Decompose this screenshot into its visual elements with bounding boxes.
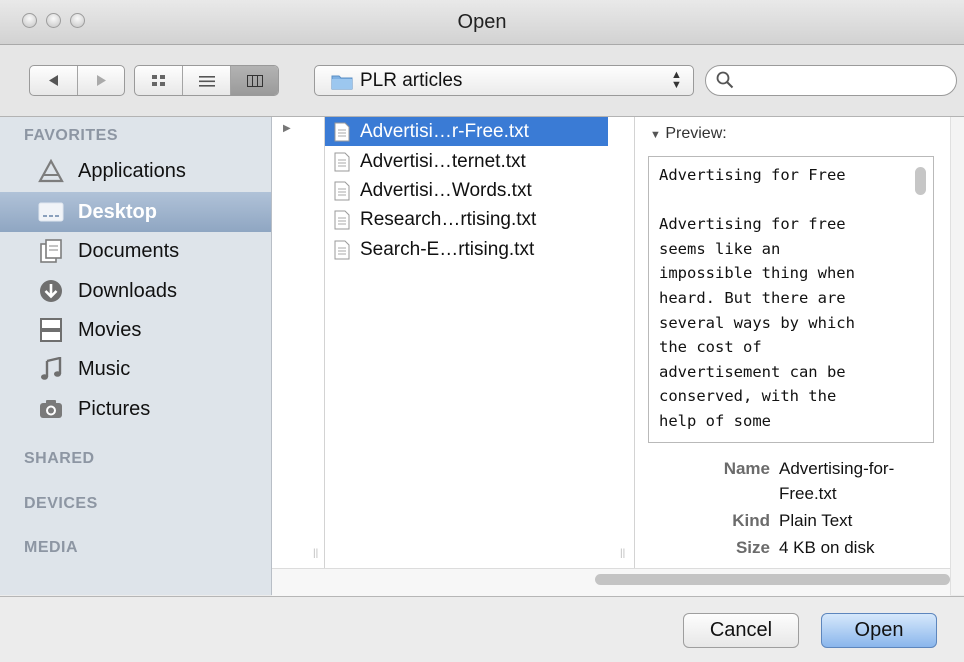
sidebar-item-downloads[interactable]: Downloads	[0, 271, 271, 311]
sidebar-item-label: Movies	[78, 318, 142, 341]
text-file-icon	[334, 240, 350, 259]
bottom-bar	[0, 596, 964, 662]
sidebar-item-pictures[interactable]: Pictures	[0, 389, 271, 429]
icon-view-icon	[151, 74, 165, 86]
file-row[interactable]: Research…rtising.txt	[325, 205, 608, 234]
back-button[interactable]	[30, 66, 77, 95]
file-row[interactable]: Advertisi…ternet.txt	[325, 147, 608, 176]
size-key: Size	[735, 538, 770, 557]
file-row[interactable]: Advertisi…r-Free.txt	[325, 117, 608, 146]
shared-header[interactable]: SHARED	[24, 450, 95, 468]
sidebar-item-label: Desktop	[78, 200, 157, 223]
updown-chevron-icon: ▲ ▼	[671, 69, 682, 91]
kind-key: Kind	[732, 511, 770, 530]
sidebar-item-label: Pictures	[78, 397, 151, 420]
file-name: Advertisi…r-Free.txt	[360, 120, 529, 142]
icon-view-button[interactable]	[135, 66, 182, 95]
back-arrow-icon	[49, 75, 58, 86]
file-name: Search-E…rtising.txt	[360, 238, 535, 260]
sidebar-item-music[interactable]: Music	[0, 349, 271, 389]
favorites-header: FAVORITES	[24, 127, 118, 144]
search-field[interactable]	[705, 65, 957, 96]
cancel-button[interactable]: Cancel	[683, 613, 799, 648]
parent-column	[272, 117, 325, 595]
kind-value: Plain Text	[779, 511, 853, 530]
preview-scroll-thumb[interactable]	[915, 167, 926, 195]
forward-button[interactable]	[78, 66, 124, 95]
list-view-button[interactable]	[183, 66, 230, 95]
file-name: Advertisi…ternet.txt	[360, 150, 526, 172]
open-button[interactable]: Open	[821, 613, 937, 648]
preview-text-box[interactable]: Advertising for Free Advertising for fre…	[648, 156, 934, 443]
size-value: 4 KB on disk	[779, 538, 875, 557]
file-row[interactable]: Search-E…rtising.txt	[325, 235, 608, 264]
column-view-icon	[246, 74, 263, 87]
sidebar-item-applications[interactable]: Applications	[0, 151, 271, 191]
horizontal-scroll-thumb[interactable]	[595, 574, 950, 585]
file-row[interactable]: Advertisi…Words.txt	[325, 176, 608, 205]
disclosure-triangle-icon: ▼	[650, 129, 661, 141]
sidebar-item-label: Music	[78, 357, 131, 380]
sidebar-item-documents[interactable]: Documents	[0, 231, 271, 271]
desktop-icon	[38, 199, 64, 225]
window-title: Open	[457, 11, 507, 33]
name-value-line1: Advertising-for-	[779, 459, 895, 478]
back-forward-control	[29, 65, 125, 96]
search-input[interactable]	[740, 69, 949, 93]
location-label: PLR articles	[360, 70, 463, 91]
location-popup[interactable]: PLR articles ▲ ▼	[314, 65, 694, 96]
disclosure-arrow-icon: ▶	[283, 123, 291, 134]
vertical-scrollbar[interactable]	[950, 117, 964, 595]
column-resize-handle[interactable]: ||	[313, 548, 318, 559]
folder-icon	[331, 73, 353, 96]
downloads-icon	[38, 278, 64, 304]
view-mode-control	[134, 65, 279, 96]
sidebar-item-label: Downloads	[78, 279, 177, 302]
name-key: Name	[723, 459, 770, 478]
preview-text: Advertising for Free Advertising for fre…	[659, 166, 855, 430]
list-view-icon	[198, 75, 215, 87]
text-file-icon	[334, 152, 350, 171]
name-value-line2: Free.txt	[779, 484, 837, 503]
documents-icon	[38, 238, 64, 264]
search-icon	[716, 71, 734, 95]
text-file-icon	[334, 122, 350, 141]
preview-header[interactable]: ▼ Preview:	[650, 125, 727, 143]
file-name: Research…rtising.txt	[360, 208, 537, 230]
movies-icon	[38, 317, 64, 343]
sidebar-item-label: Applications	[78, 159, 186, 182]
forward-arrow-icon	[96, 75, 106, 86]
media-header[interactable]: MEDIA	[24, 539, 78, 557]
file-name: Advertisi…Words.txt	[360, 179, 532, 201]
sidebar-item-movies[interactable]: Movies	[0, 310, 271, 350]
sidebar-item-label: Documents	[78, 239, 180, 262]
devices-header[interactable]: DEVICES	[24, 495, 98, 513]
column-view-button[interactable]	[231, 66, 278, 95]
column-resize-handle[interactable]: ||	[620, 548, 625, 559]
preview-header-label: Preview:	[665, 125, 727, 142]
applications-icon	[38, 158, 64, 184]
music-icon	[38, 356, 64, 382]
text-file-icon	[334, 181, 350, 200]
pictures-icon	[38, 396, 64, 422]
sidebar-item-desktop[interactable]: Desktop	[0, 192, 271, 232]
text-file-icon	[334, 210, 350, 229]
